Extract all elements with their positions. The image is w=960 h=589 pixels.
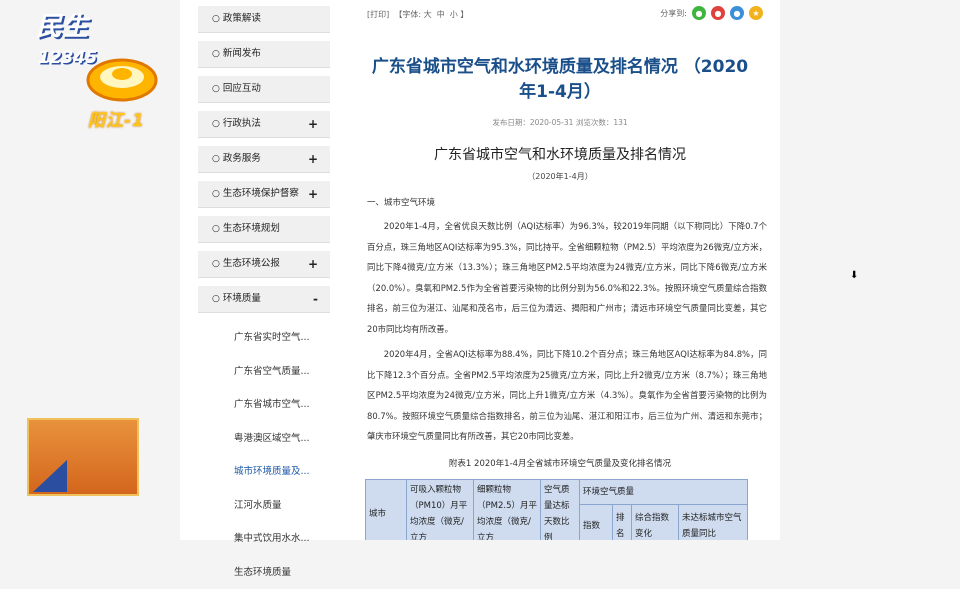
subnav-item[interactable]: 生态环境质量 [198,556,330,589]
article-period: （2020年1-4月） [345,171,775,182]
article-title: 广东省城市空气和水环境质量及排名情况 （2020 年1-4月） [345,55,775,105]
bullet-icon: ○ [212,154,220,164]
subnav-item[interactable]: 广东省空气质量... [198,355,330,389]
bullet-icon: ○ [212,119,220,129]
font-large-link[interactable]: 大 [424,10,432,19]
table-header-nonstandard: 未达标城市空气质量同比 [679,504,748,540]
article-subtitle: 广东省城市空气和水环境质量及排名情况 [345,144,775,164]
subnav-item[interactable]: 集中式饮用水水... [198,522,330,556]
table-header-group: 环境空气质量 [580,480,748,505]
expand-toggle[interactable]: + [308,251,318,277]
qq-icon[interactable]: ● [730,6,744,20]
sidebar: ○政策解读 ○新闻发布 ○回应互动 ○行政执法+ ○政务服务+ ○生态环境保护督… [198,0,330,589]
subnav-item-active[interactable]: 城市环境质量及... [198,455,330,489]
bullet-icon: ○ [212,189,220,199]
font-size-label: 【字体: [394,10,421,19]
paragraph-2: 2020年4月，全省AQI达标率为88.4%，同比下降10.2个百分点；珠三角地… [367,344,767,447]
sidebar-item-inspection[interactable]: ○生态环境保护督察+ [198,181,330,208]
table-header-aqi: 空气质量达标天数比例 [541,480,580,541]
expand-toggle[interactable]: + [308,181,318,207]
subnav-item[interactable]: 江河水质量 [198,489,330,523]
share-bar: 分享到: ● ● ● ★ [660,6,763,20]
mouse-cursor-icon: ⬇ [850,270,858,281]
table-header-pm25: 细颗粒物（PM2.5）月平均浓度（微克/立方 [474,480,541,541]
ranking-table: 城市 可吸入颗粒物（PM10）月平均浓度（微克/立方 细颗粒物（PM2.5）月平… [365,479,748,540]
table-header-change: 综合指数变化 [632,504,679,540]
sidebar-item-news[interactable]: ○新闻发布 [198,41,330,68]
subnav-item[interactable]: 粤港澳区域空气... [198,422,330,456]
bullet-icon: ○ [212,294,220,304]
article-content: [打印] 【字体: 大 中 小 】 分享到: ● ● ● ★ 广东省城市空气和水… [345,0,775,540]
paragraph-1: 2020年1-4月，全省优良天数比例（AQI达标率）为96.3%，较2019年同… [367,216,767,339]
expand-toggle[interactable]: + [308,111,318,137]
article-toolbar: [打印] 【字体: 大 中 小 】 [367,9,468,20]
badge-title: 民生 [36,6,88,43]
font-size-label-end: 】 [460,10,468,19]
sidebar-item-quality[interactable]: ○环境质量- [198,286,330,313]
sidebar-item-services[interactable]: ○政务服务+ [198,146,330,173]
bullet-icon: ○ [212,224,220,234]
table-header-pm10: 可吸入颗粒物（PM10）月平均浓度（微克/立方 [407,480,474,541]
table-header-index: 指数 [580,504,613,540]
sidebar-item-enforcement[interactable]: ○行政执法+ [198,111,330,138]
font-small-link[interactable]: 小 [450,10,458,19]
badge-stripe [33,460,67,492]
bullet-icon: ○ [212,259,220,269]
wechat-icon[interactable]: ● [692,6,706,20]
program-badge [27,418,139,496]
bullet-icon: ○ [212,49,220,59]
expand-toggle[interactable]: + [308,146,318,172]
table-caption: 附表1 2020年1-4月全省城市环境空气质量及变化排名情况 [345,457,775,469]
collapse-toggle[interactable]: - [313,286,318,312]
bullet-icon: ○ [212,84,220,94]
logo-text: 阳江-1 [88,106,145,131]
subnav-item[interactable]: 广东省实时空气... [198,321,330,355]
table-header-city: 城市 [366,480,407,541]
font-medium-link[interactable]: 中 [437,10,445,19]
subnav-item[interactable]: 广东省城市空气... [198,388,330,422]
share-label: 分享到: [660,8,687,19]
badge-number: 12345 [38,48,97,68]
article-meta: 发布日期：2020-05-31 浏览次数：131 [345,117,775,128]
sidebar-item-interaction[interactable]: ○回应互动 [198,76,330,103]
sidebar-item-policy[interactable]: ○政策解读 [198,6,330,33]
sidebar-item-planning[interactable]: ○生态环境规划 [198,216,330,243]
sidebar-item-bulletin[interactable]: ○生态环境公报+ [198,251,330,278]
favorite-icon[interactable]: ★ [749,6,763,20]
table-header-rank: 排名 [613,504,632,540]
bullet-icon: ○ [212,14,220,24]
section-heading: 一、城市空气环境 [367,196,435,208]
weibo-icon[interactable]: ● [711,6,725,20]
print-link[interactable]: [打印] [367,10,389,19]
